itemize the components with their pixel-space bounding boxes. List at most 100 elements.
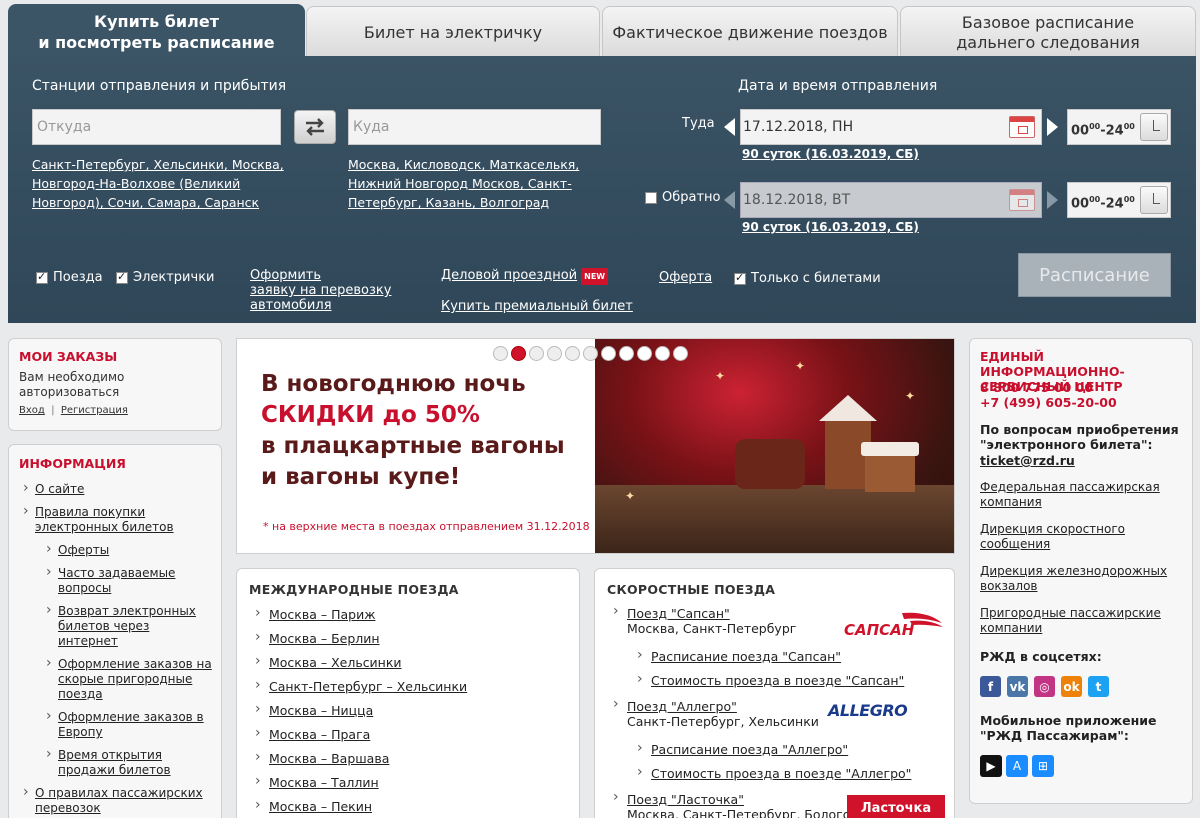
premium-ticket-link[interactable]: Купить премиальный билет: [441, 299, 633, 314]
info-link[interactable]: Оферты: [46, 542, 212, 558]
next-date-arrow[interactable]: [1047, 118, 1058, 136]
allegro-schedule-link[interactable]: Расписание поезда "Аллегро": [637, 740, 848, 757]
only-tickets-checkbox[interactable]: Только с билетами: [734, 271, 881, 286]
calendar-icon[interactable]: [1009, 116, 1035, 138]
banner-line: В новогоднюю ночь: [261, 371, 526, 397]
odnoklassniki-icon[interactable]: ok: [1061, 676, 1082, 697]
allegro-price-link[interactable]: Стоимость проезда в поезде "Аллегро": [637, 764, 911, 781]
info-link[interactable]: Оформление заказов вЕвропу: [46, 709, 212, 740]
international-route-link[interactable]: Москва – Прага: [255, 725, 467, 751]
suburban-companies-link[interactable]: Пригородные пассажирские компании: [980, 606, 1180, 636]
slider-dot[interactable]: [529, 346, 544, 361]
calendar-icon[interactable]: [1009, 189, 1035, 211]
prev-date-arrow[interactable]: [724, 118, 735, 136]
checkbox-box: [116, 270, 128, 284]
tab-suburban[interactable]: Билет на электричку: [306, 6, 600, 58]
offer-link[interactable]: Оферта: [659, 270, 712, 285]
car-transport-link[interactable]: Оформить заявку на перевозку автомобиля: [250, 268, 391, 313]
slider-dot[interactable]: [547, 346, 562, 361]
quick-station-link[interactable]: Москва, Кисловодск, Маткаселькя,: [348, 157, 579, 172]
login-link[interactable]: Вход: [19, 405, 45, 416]
schedule-button[interactable]: Расписание: [1018, 253, 1171, 297]
slider-dot[interactable]: [601, 346, 616, 361]
stations-directorate-link[interactable]: Дирекция железнодорожных вокзалов: [980, 564, 1180, 594]
tab-actual-movement[interactable]: Фактическое движение поездов: [602, 6, 898, 58]
quick-station-link[interactable]: Санкт-Петербург, Хельсинки, Москва,: [32, 157, 284, 172]
google-play-icon[interactable]: ▶: [980, 755, 1002, 777]
banner-line: и вагоны купе!: [261, 464, 461, 490]
dss-link[interactable]: Дирекция скоростного сообщения: [980, 522, 1180, 552]
instagram-icon[interactable]: ◎: [1034, 676, 1055, 697]
info-link[interactable]: О сайте: [23, 481, 212, 497]
info-link[interactable]: Время открытияпродажи билетов: [46, 747, 212, 778]
twitter-icon[interactable]: t: [1088, 676, 1109, 697]
from-input[interactable]: Откуда: [32, 109, 281, 145]
facebook-icon[interactable]: f: [980, 676, 1001, 697]
register-link[interactable]: Регистрация: [61, 405, 128, 416]
international-route-link[interactable]: Москва – Берлин: [255, 629, 467, 655]
slider-dot[interactable]: [511, 346, 526, 361]
clock-icon[interactable]: [1140, 113, 1168, 141]
international-route-link[interactable]: Москва – Ницца: [255, 701, 467, 727]
there-time-input[interactable]: 0000-2400: [1067, 109, 1171, 145]
trains-checkbox[interactable]: Поезда: [36, 270, 103, 285]
quick-station-link[interactable]: Петербург, Казань, Волгоград: [348, 195, 549, 210]
international-route-link[interactable]: Москва – Варшава: [255, 749, 467, 775]
fpk-link[interactable]: Федеральная пассажирская компания: [980, 480, 1180, 510]
prev-date-arrow[interactable]: [724, 191, 735, 209]
vk-icon[interactable]: vk: [1007, 676, 1028, 697]
phone-1[interactable]: 8 800 775 00 00: [980, 380, 1093, 395]
quick-station-link[interactable]: Нижний Новгород Москов, Санкт-: [348, 176, 572, 191]
international-route-link[interactable]: Москва – Хельсинки: [255, 653, 467, 679]
sapsan-link[interactable]: Поезд "Сапсан": [613, 604, 796, 621]
back-date-input[interactable]: 18.12.2018, ВТ: [740, 182, 1042, 218]
info-link[interactable]: Оформление заказов наскорые пригородныеп…: [46, 656, 212, 702]
slider-dot[interactable]: [637, 346, 652, 361]
info-link[interactable]: Возврат электронныхбилетов черезинтернет: [46, 603, 212, 649]
business-pass-link[interactable]: Деловой проездной NEW: [441, 268, 609, 285]
slider-dot[interactable]: [565, 346, 580, 361]
tab-base-schedule[interactable]: Базовое расписание дальнего следования: [900, 6, 1196, 58]
quick-station-link[interactable]: Новгород-На-Волхове (Великий: [32, 176, 240, 191]
international-route-link[interactable]: Москва – Париж: [255, 605, 467, 631]
slider-dot[interactable]: [655, 346, 670, 361]
back-limit-link[interactable]: 90 суток (16.03.2019, СБ): [742, 220, 919, 234]
international-route-link[interactable]: Москва – Таллин: [255, 773, 467, 799]
there-limit-link[interactable]: 90 суток (16.03.2019, СБ): [742, 147, 919, 161]
slider-dot[interactable]: [583, 346, 598, 361]
swap-stations-button[interactable]: [294, 110, 336, 144]
back-checkbox[interactable]: Обратно: [645, 190, 721, 205]
slider-dot[interactable]: [673, 346, 688, 361]
phone-2[interactable]: +7 (499) 605-20-00: [980, 395, 1117, 410]
there-date-input[interactable]: 17.12.2018, ПН: [740, 109, 1042, 145]
allegro-link[interactable]: Поезд "Аллегро": [613, 697, 819, 714]
date-label: Дата и время отправления: [738, 78, 938, 94]
sapsan-item: Поезд "Сапсан" Москва, Санкт-Петербург: [613, 604, 796, 636]
international-route-link[interactable]: Санкт-Петербург – Хельсинки: [255, 677, 467, 703]
banner-note: * на верхние места в поездах отправление…: [263, 520, 590, 533]
app-store-icon[interactable]: A: [1006, 755, 1028, 777]
to-input[interactable]: Куда: [348, 109, 601, 145]
info-link[interactable]: Правила покупкиэлектронных билетов: [23, 504, 212, 535]
windows-store-icon[interactable]: ⊞: [1032, 755, 1054, 777]
next-date-arrow[interactable]: [1047, 191, 1058, 209]
lastochka-link[interactable]: Поезд "Ласточка": [613, 790, 862, 807]
time-from: 00: [1071, 123, 1090, 139]
sapsan-schedule-link[interactable]: Расписание поезда "Сапсан": [637, 647, 841, 664]
slider-dot[interactable]: [619, 346, 634, 361]
info-link[interactable]: Часто задаваемыевопросы: [46, 565, 212, 596]
clock-icon[interactable]: [1140, 186, 1168, 214]
sapsan-price-link[interactable]: Стоимость проезда в поезде "Сапсан": [637, 671, 904, 688]
back-time-input[interactable]: 0000-2400: [1067, 182, 1171, 218]
slider-dot[interactable]: [493, 346, 508, 361]
promo-banner[interactable]: В новогоднюю ночь СКИДКИ до 50% в плацка…: [236, 338, 955, 554]
tab-buy-ticket[interactable]: Купить билет и посмотреть расписание: [8, 4, 305, 58]
quick-station-link[interactable]: Новгород), Сочи, Самара, Саранск: [32, 195, 259, 210]
info-link[interactable]: О правилах пассажирскихперевозок: [23, 785, 212, 816]
international-route-link[interactable]: Москва – Пекин: [255, 797, 467, 818]
email-link[interactable]: ticket@rzd.ru: [980, 453, 1075, 468]
orders-text-line: авторизоваться: [19, 385, 120, 399]
link-line: заявку на перевозку: [250, 283, 392, 298]
link-line: Пригородные пассажирские: [980, 606, 1161, 620]
suburban-checkbox[interactable]: Электрички: [116, 270, 215, 285]
